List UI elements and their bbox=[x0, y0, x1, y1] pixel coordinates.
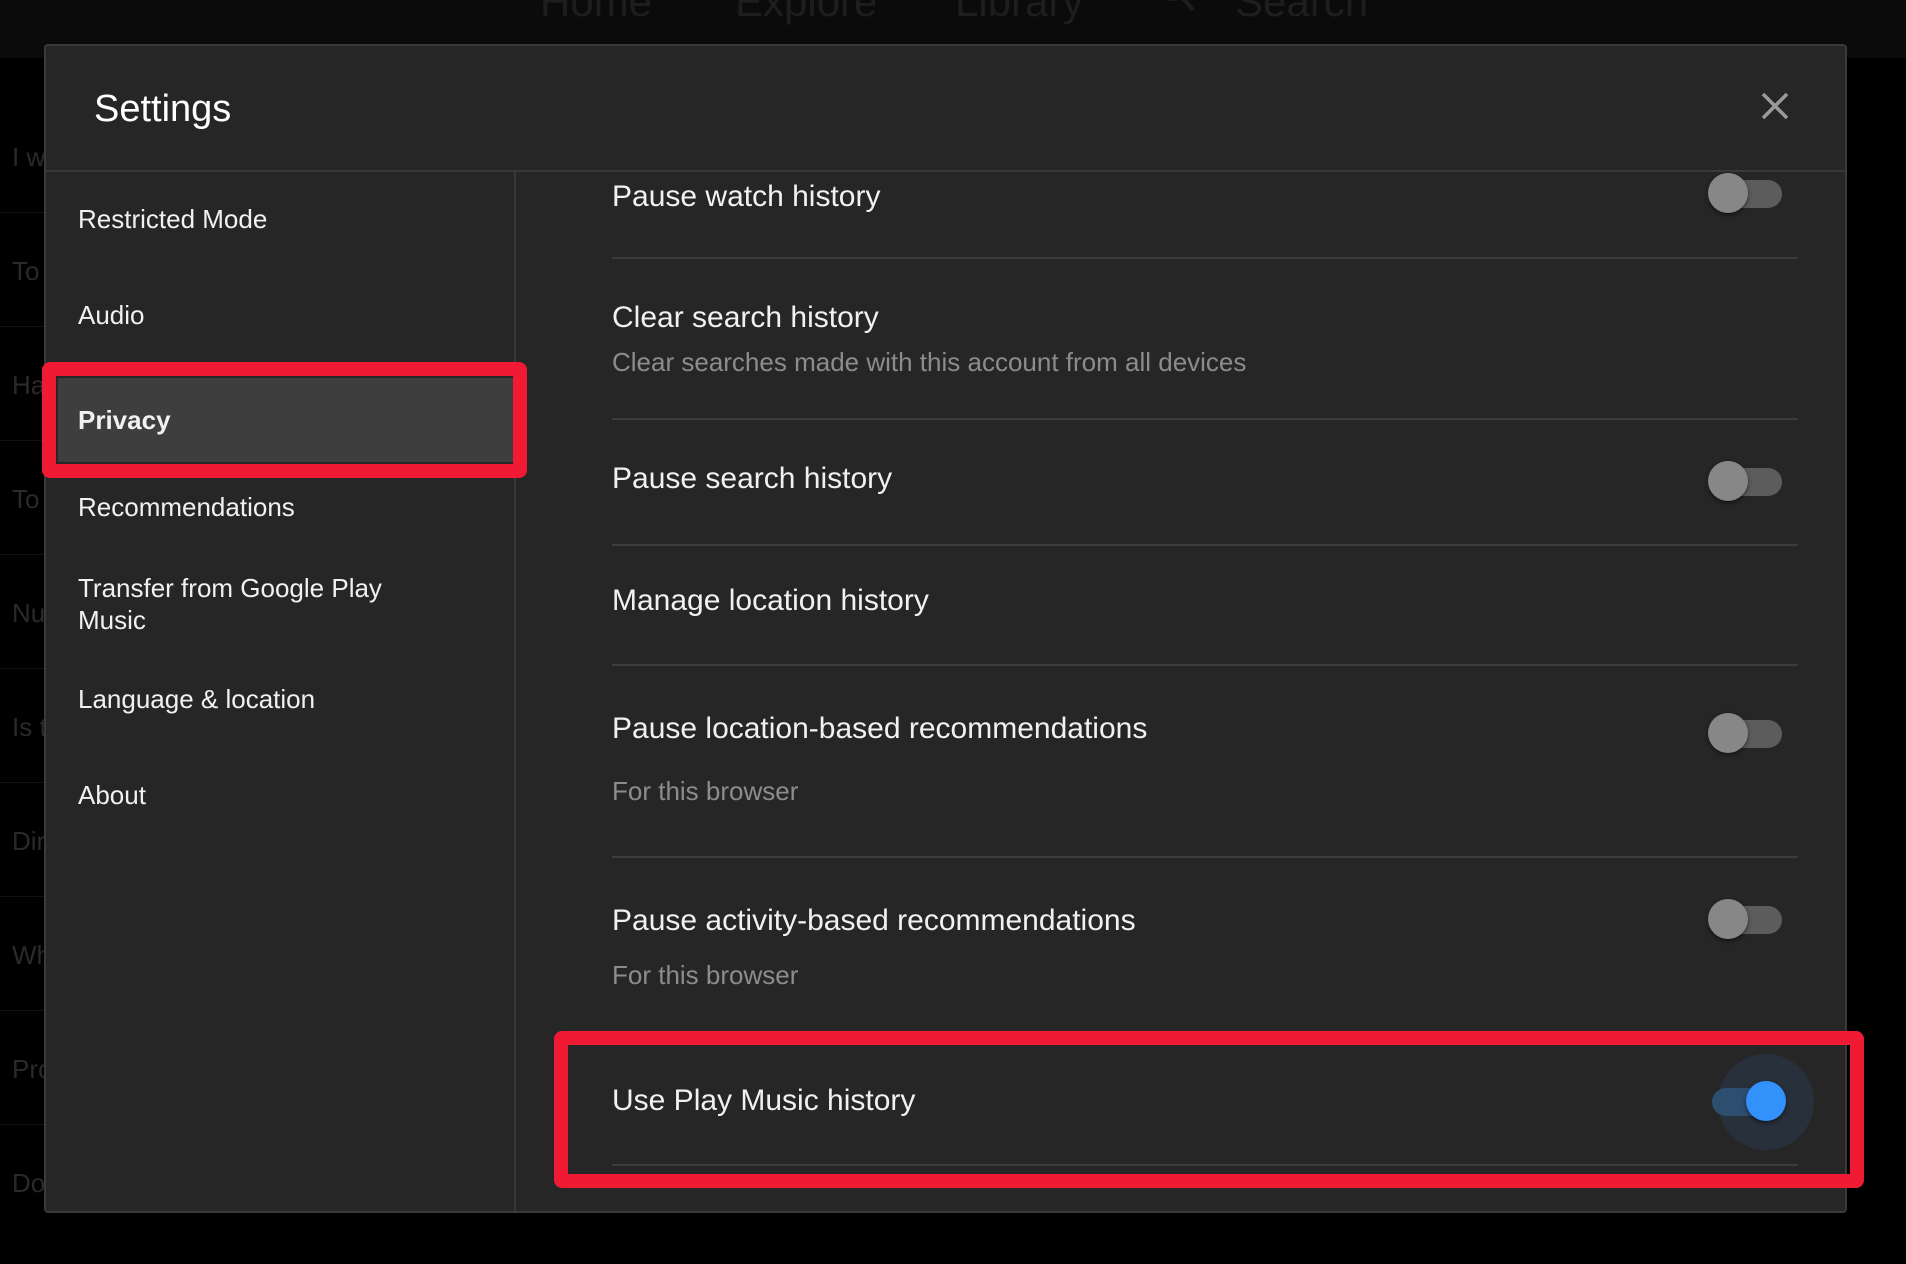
dialog-header: Settings bbox=[46, 46, 1845, 172]
sidebar-item-label: Audio bbox=[78, 300, 145, 330]
sidebar-item-recommendations[interactable]: Recommendations bbox=[46, 492, 514, 523]
sidebar-item-label: Recommendations bbox=[78, 492, 295, 522]
toggle-knob bbox=[1708, 461, 1748, 501]
divider bbox=[0, 212, 44, 213]
sidebar-item-privacy[interactable]: Privacy bbox=[58, 378, 514, 462]
close-icon[interactable] bbox=[1757, 88, 1793, 124]
setting-title: Clear search history bbox=[612, 301, 879, 334]
list-item[interactable]: Is t bbox=[12, 712, 47, 743]
setting-row-manage-location-history[interactable]: Manage location history bbox=[612, 546, 1796, 664]
sidebar-item-label: About bbox=[78, 780, 146, 810]
divider bbox=[0, 1124, 44, 1125]
divider bbox=[0, 554, 44, 555]
setting-title: Pause watch history bbox=[612, 180, 881, 213]
pause-location-recommendations-toggle[interactable] bbox=[1708, 712, 1784, 756]
list-item[interactable]: Do bbox=[12, 1168, 45, 1199]
pause-search-history-toggle[interactable] bbox=[1708, 460, 1784, 504]
nav-home[interactable]: Home bbox=[540, 0, 652, 26]
use-play-music-history-toggle[interactable] bbox=[1712, 1054, 1814, 1150]
sidebar-item-label-line1: Transfer from Google Play bbox=[78, 573, 382, 603]
setting-row-pause-location-based-recommendations[interactable]: Pause location-based recommendations For… bbox=[612, 666, 1796, 856]
setting-subtitle: For this browser bbox=[612, 776, 799, 806]
sidebar-item-transfer-from-google-play-music[interactable]: Transfer from Google Play Music bbox=[46, 572, 514, 636]
nav-search[interactable]: Search bbox=[1235, 0, 1368, 26]
search-icon[interactable] bbox=[1160, 0, 1196, 18]
divider bbox=[0, 440, 44, 441]
setting-row-pause-activity-based-recommendations[interactable]: Pause activity-based recommendations For… bbox=[612, 858, 1796, 1028]
privacy-settings-panel: Pause watch history Clear search history… bbox=[516, 172, 1845, 1211]
setting-row-pause-search-history[interactable]: Pause search history bbox=[612, 420, 1796, 544]
setting-subtitle: Clear searches made with this account fr… bbox=[612, 347, 1247, 377]
sidebar-item-restricted-mode[interactable]: Restricted Mode bbox=[46, 204, 514, 235]
toggle-knob bbox=[1708, 899, 1748, 939]
sidebar-item-label-line2: Music bbox=[78, 605, 146, 635]
setting-row-pause-watch-history[interactable]: Pause watch history bbox=[612, 172, 1796, 256]
sidebar-item-label: Restricted Mode bbox=[78, 204, 268, 234]
list-item[interactable]: To bbox=[12, 256, 39, 287]
setting-title: Manage location history bbox=[612, 584, 929, 617]
toggle-knob bbox=[1708, 173, 1748, 213]
divider bbox=[612, 1164, 1798, 1166]
setting-title: Pause location-based recommendations bbox=[612, 712, 1148, 745]
toggle-knob bbox=[1746, 1081, 1786, 1121]
list-item[interactable]: Nu bbox=[12, 598, 45, 629]
pause-watch-history-toggle[interactable] bbox=[1708, 172, 1784, 216]
nav-library[interactable]: Library bbox=[955, 0, 1083, 26]
nav-explore[interactable]: Explore bbox=[735, 0, 877, 26]
divider bbox=[0, 896, 44, 897]
sidebar-item-label: Language & location bbox=[78, 684, 316, 714]
divider bbox=[0, 326, 44, 327]
setting-row-clear-search-history[interactable]: Clear search history Clear searches made… bbox=[612, 259, 1796, 419]
divider bbox=[0, 782, 44, 783]
list-item[interactable]: Ha bbox=[12, 370, 45, 401]
sidebar-item-audio[interactable]: Audio bbox=[46, 300, 514, 331]
divider bbox=[0, 1010, 44, 1011]
toggle-knob bbox=[1708, 713, 1748, 753]
sidebar-item-label: Privacy bbox=[78, 405, 171, 435]
setting-title: Use Play Music history bbox=[612, 1084, 916, 1117]
setting-title: Pause activity-based recommendations bbox=[612, 904, 1136, 937]
settings-dialog: Settings Restricted Mode Audio Privacy R… bbox=[44, 44, 1847, 1213]
settings-sidebar: Restricted Mode Audio Privacy Recommenda… bbox=[46, 172, 516, 1211]
pause-activity-recommendations-toggle[interactable] bbox=[1708, 898, 1784, 942]
list-item[interactable]: Dir bbox=[12, 826, 45, 857]
setting-row-use-play-music-history[interactable]: Use Play Music history bbox=[612, 1052, 1796, 1162]
sidebar-item-about[interactable]: About bbox=[46, 780, 514, 811]
setting-title: Pause search history bbox=[612, 462, 893, 495]
divider bbox=[0, 668, 44, 669]
sidebar-item-language-location[interactable]: Language & location bbox=[46, 684, 514, 715]
dialog-title: Settings bbox=[94, 88, 232, 130]
list-item[interactable]: To bbox=[12, 484, 39, 515]
list-item[interactable]: I w bbox=[12, 142, 45, 173]
setting-subtitle: For this browser bbox=[612, 960, 799, 990]
